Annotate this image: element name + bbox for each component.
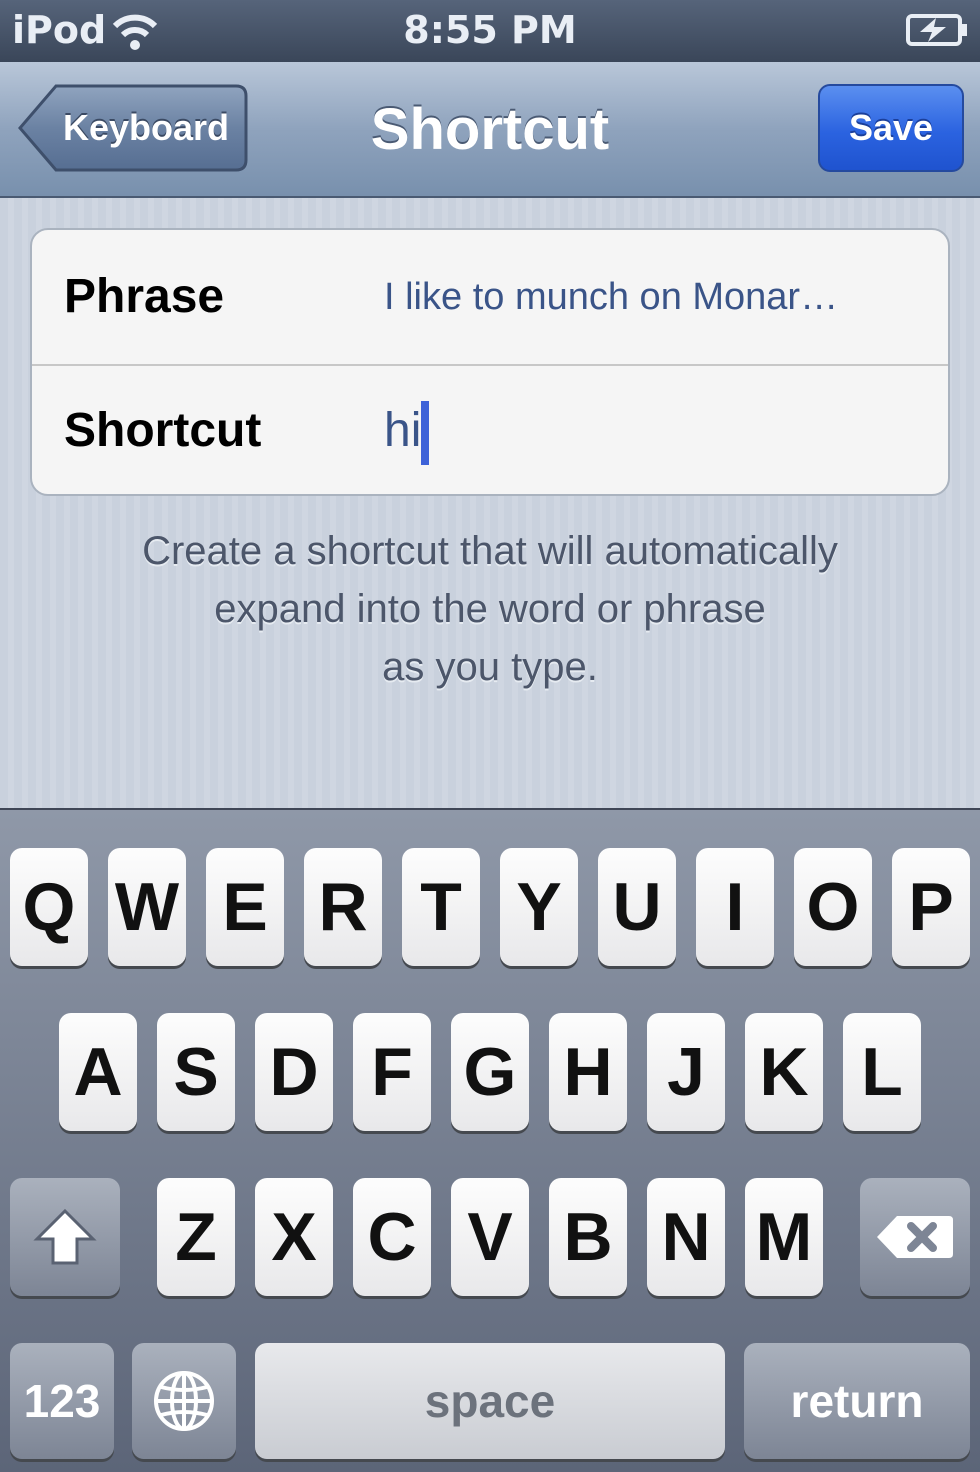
shift-key[interactable] [10,1178,120,1296]
back-button[interactable]: Keyboard [16,84,248,172]
page-title: Shortcut [370,97,610,162]
key-n[interactable]: N [647,1178,725,1296]
numbers-key[interactable]: 123 [10,1343,114,1459]
key-s[interactable]: S [157,1013,235,1131]
key-w[interactable]: W [108,848,186,966]
key-e[interactable]: E [206,848,284,966]
phrase-row[interactable]: Phrase I like to munch on Monar… [32,230,948,366]
shortcut-label: Shortcut [64,404,262,457]
key-b[interactable]: B [549,1178,627,1296]
shift-icon [33,1208,97,1265]
shortcut-row[interactable]: Shortcut hi [32,364,948,494]
key-i[interactable]: I [696,848,774,966]
key-y[interactable]: Y [500,848,578,966]
key-j[interactable]: J [647,1013,725,1131]
key-q[interactable]: Q [10,848,88,966]
help-text-line: as you type. [382,645,598,689]
battery-charging-icon [906,14,967,46]
keyboard: Q W E R T Y U I O P A S D F G H J K L Z … [0,808,980,1472]
key-c[interactable]: C [353,1178,431,1296]
help-text: Create a shortcut that will automaticall… [60,522,920,696]
save-button[interactable]: Save [818,84,964,172]
settings-content: Phrase I like to munch on Monar… Shortcu… [0,198,980,808]
navigation-bar: Keyboard Shortcut Save [0,62,980,198]
delete-icon [877,1216,953,1258]
key-f[interactable]: F [353,1013,431,1131]
shortcut-form-group: Phrase I like to munch on Monar… Shortcu… [30,228,950,496]
return-key[interactable]: return [744,1343,970,1459]
key-a[interactable]: A [59,1013,137,1131]
key-t[interactable]: T [402,848,480,966]
key-x[interactable]: X [255,1178,333,1296]
shortcut-field-text: hi [384,404,422,457]
globe-icon [154,1371,214,1431]
status-time: 8:55 PM [403,8,577,52]
key-u[interactable]: U [598,848,676,966]
back-button-label: Keyboard [62,107,230,148]
status-bar: iPod 8:55 PM [0,0,980,62]
space-key[interactable]: space [255,1343,725,1459]
help-text-line: Create a shortcut that will automaticall… [142,529,838,573]
key-r[interactable]: R [304,848,382,966]
text-cursor [421,401,430,466]
phrase-field[interactable]: I like to munch on Monar… [384,230,908,364]
delete-key[interactable] [860,1178,970,1296]
key-h[interactable]: H [549,1013,627,1131]
key-v[interactable]: V [451,1178,529,1296]
key-o[interactable]: O [794,848,872,966]
globe-key[interactable] [132,1343,236,1459]
key-k[interactable]: K [745,1013,823,1131]
key-m[interactable]: M [745,1178,823,1296]
shortcut-field[interactable]: hi [384,364,908,494]
key-p[interactable]: P [892,848,970,966]
phrase-label: Phrase [64,270,225,323]
key-l[interactable]: L [843,1013,921,1131]
key-z[interactable]: Z [157,1178,235,1296]
help-text-line: expand into the word or phrase [214,587,766,631]
key-g[interactable]: G [451,1013,529,1131]
key-d[interactable]: D [255,1013,333,1131]
